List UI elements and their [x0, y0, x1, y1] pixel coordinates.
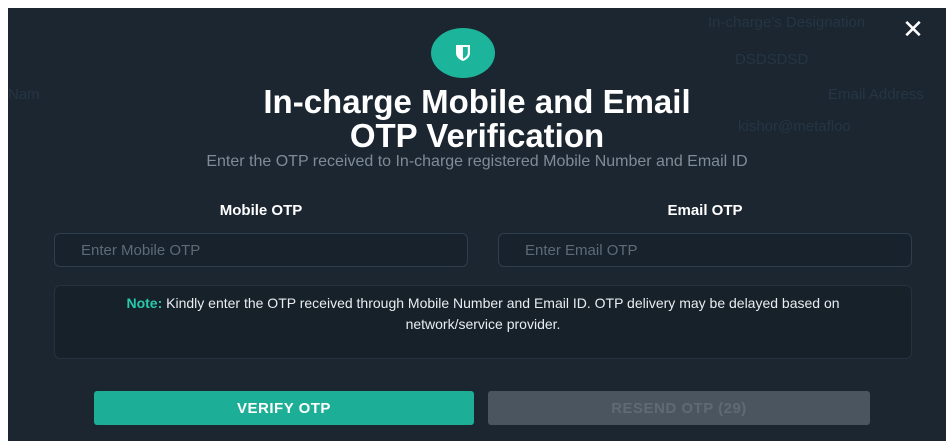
shield-badge [431, 28, 495, 78]
mobile-otp-label: Mobile OTP [219, 202, 303, 219]
background-designation-label: In-charge's Designation [708, 14, 866, 31]
note-label: Note: [126, 295, 163, 311]
title-line-1: In-charge Mobile and Email [263, 83, 691, 120]
email-otp-label: Email OTP [667, 202, 743, 219]
otp-verification-modal: In-charge's Designation DSDSDSD Email Ad… [8, 8, 946, 441]
title-line-2: OTP Verification [349, 117, 605, 154]
note-text: Kindly enter the OTP received through Mo… [162, 295, 840, 332]
verify-otp-button[interactable]: VERIFY OTP [94, 391, 474, 425]
shield-icon [456, 45, 470, 61]
modal-title: In-charge Mobile and Email OTP Verificat… [8, 85, 946, 153]
background-designation-value: DSDSDSD [735, 51, 809, 68]
close-icon[interactable]: ✕ [900, 16, 926, 42]
resend-otp-button[interactable]: RESEND OTP (29) [488, 391, 870, 425]
mobile-otp-input[interactable] [54, 233, 468, 267]
modal-subtitle: Enter the OTP received to In-charge regi… [206, 153, 748, 170]
note-box: Note: Kindly enter the OTP received thro… [54, 285, 912, 359]
email-otp-input[interactable] [498, 233, 912, 267]
